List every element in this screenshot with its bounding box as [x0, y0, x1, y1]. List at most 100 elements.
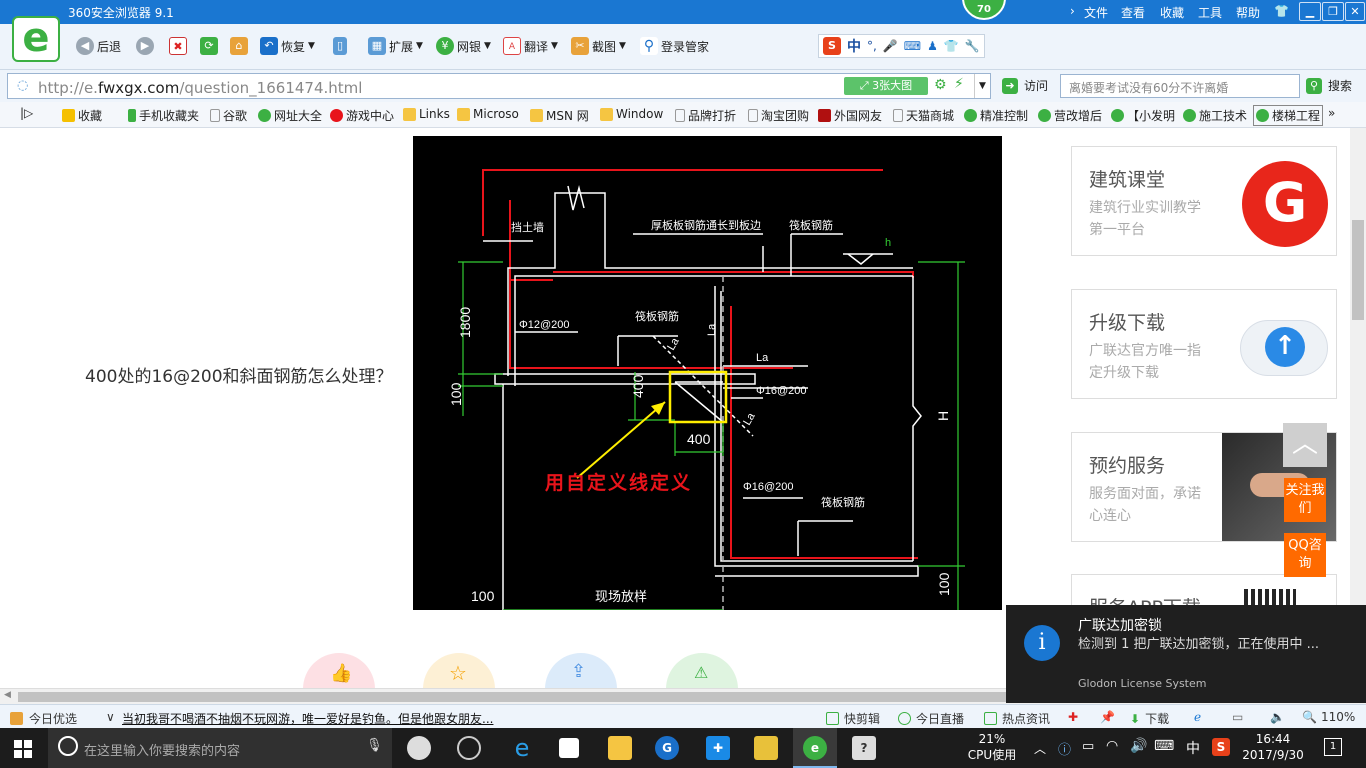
taskbar-app-notes[interactable]: [754, 736, 778, 760]
fav-item-5[interactable]: Links: [403, 107, 450, 121]
speaker-icon[interactable]: 🔈: [1270, 710, 1285, 724]
system-notification[interactable]: i 广联达加密锁 检测到 1 把广联达加密锁，正在使用中 ... Glodon …: [1006, 605, 1366, 703]
taskbar-app-help[interactable]: ?: [852, 736, 876, 760]
ime-toolbar[interactable]: S 中 °, 🎤 ⌨ ♟ 👕 🔧: [818, 34, 985, 58]
taskbar-app-store[interactable]: [559, 738, 579, 758]
stop-button[interactable]: ✖: [169, 34, 187, 58]
more-favorites-icon[interactable]: »: [1328, 106, 1335, 120]
address-bar[interactable]: ◌ http://e.fwxgx.com/question_1661474.ht…: [7, 73, 991, 99]
download-button[interactable]: ⬇ 下载: [1130, 710, 1169, 727]
login-manager-button[interactable]: ⚲ 登录管家: [640, 34, 709, 58]
fav-item-0[interactable]: 收藏: [62, 107, 102, 124]
taskbar-search-input[interactable]: 在这里输入你要搜索的内容 🎙: [48, 728, 392, 768]
fav-item-13[interactable]: 精准控制: [964, 107, 1028, 124]
big-image-button[interactable]: ⤢ 3张大图: [844, 77, 928, 95]
start-button[interactable]: [14, 740, 32, 758]
card-upgrade[interactable]: 升级下载 广联达官方唯一指定升级下载 ↑: [1071, 289, 1337, 399]
qq-consult-button[interactable]: QQ咨询: [1284, 533, 1326, 577]
taskbar-app-explorer[interactable]: [608, 736, 632, 760]
screenshot-button[interactable]: ✂ 截图 ▼: [571, 34, 626, 58]
tray-volume-icon[interactable]: 🔊: [1130, 738, 1147, 754]
follow-button[interactable]: 关注我们: [1284, 478, 1326, 522]
home-button[interactable]: ⌂: [230, 34, 248, 58]
cad-drawing[interactable]: 挡土墙 厚板板钢筋通长到板边 筏板钢筋 h 1800 Φ12@200 筏板钢筋 …: [413, 136, 1002, 611]
cpu-usage[interactable]: 21% CPU使用: [966, 731, 1018, 763]
menu-help[interactable]: 帮助: [1236, 4, 1260, 21]
fav-item-16[interactable]: 施工技术: [1183, 107, 1247, 124]
fav-item-7[interactable]: MSN 网: [530, 107, 589, 124]
fav-item-10[interactable]: 淘宝团购: [748, 107, 809, 124]
window-icon[interactable]: ▭: [1232, 710, 1243, 724]
url-text[interactable]: http://e.fwxgx.com/question_1661474.html: [38, 79, 362, 97]
menu-favorites[interactable]: 收藏: [1160, 4, 1184, 21]
vertical-scrollbar[interactable]: [1350, 128, 1366, 688]
tray-ime[interactable]: 中: [1186, 738, 1200, 758]
taskbar-app-calc[interactable]: ✚: [706, 736, 730, 760]
menu-arrow-icon[interactable]: ›: [1070, 4, 1075, 18]
back-button[interactable]: ◀ 后退: [76, 34, 121, 58]
hot-news[interactable]: 热点资讯: [984, 710, 1050, 727]
clock[interactable]: 16:44 2017/9/30: [1240, 731, 1306, 763]
fav-item-11[interactable]: 外国网友: [818, 107, 882, 124]
fav-item-9[interactable]: 品牌打折: [675, 107, 736, 124]
tray-sogou-icon[interactable]: S: [1212, 738, 1230, 756]
taskbar-app-pinwheel[interactable]: [407, 736, 431, 760]
taskbar-app-edge[interactable]: e: [510, 736, 534, 760]
fav-item-15[interactable]: 【小发明: [1111, 107, 1175, 124]
refresh-button[interactable]: ⟳: [200, 34, 218, 58]
taskbar-app-360-active[interactable]: e: [793, 728, 837, 768]
ie-icon[interactable]: ℯ: [1194, 710, 1201, 724]
fav-item-12[interactable]: 天猫商城: [893, 107, 954, 124]
bank-button[interactable]: ¥ 网银 ▼: [436, 34, 491, 58]
browser-logo[interactable]: e: [12, 16, 60, 62]
search-button[interactable]: ⚲ 搜索: [1306, 77, 1352, 94]
action-center-icon[interactable]: 1: [1324, 738, 1342, 756]
fav-item-3[interactable]: 网址大全: [258, 107, 322, 124]
wrench-icon[interactable]: 🔧: [965, 39, 980, 53]
restore-button[interactable]: ↶ 恢复 ▼: [260, 34, 315, 58]
maximize-button[interactable]: ❐: [1322, 2, 1344, 21]
menu-file[interactable]: 文件: [1084, 4, 1108, 21]
ime-mode[interactable]: 中: [847, 36, 861, 56]
shirt-icon[interactable]: 👕: [944, 39, 959, 53]
back-to-top-button[interactable]: ︿: [1283, 423, 1327, 467]
scroll-thumb[interactable]: [18, 692, 1008, 702]
tray-wifi-icon[interactable]: ◠: [1106, 738, 1118, 754]
dropdown-arrow-icon[interactable]: ▼: [974, 74, 990, 98]
tray-keyboard-icon[interactable]: ⌨: [1154, 738, 1174, 754]
taskbar-app-glodon[interactable]: G: [655, 736, 679, 760]
fav-item-8[interactable]: Window: [600, 107, 663, 121]
report-button[interactable]: ⚠: [666, 653, 738, 688]
zoom-control[interactable]: 🔍 110%: [1302, 710, 1355, 724]
translate-button[interactable]: A 翻译 ▼: [503, 34, 558, 58]
news-ticker-link[interactable]: 当初我哥不喝酒不抽烟不玩网游，唯一爱好是钓鱼。但是他跟女朋友...: [122, 710, 493, 727]
keyboard-icon[interactable]: ⌨: [904, 39, 921, 53]
visit-button[interactable]: ➜ 访问: [1002, 77, 1048, 94]
share-button[interactable]: ⇪: [545, 653, 617, 688]
chevron-down-icon[interactable]: ∨: [106, 710, 115, 724]
score-badge[interactable]: 70: [962, 0, 1006, 20]
lightning-icon[interactable]: ⚡: [954, 76, 964, 92]
live-today[interactable]: 今日直播: [898, 710, 964, 727]
tray-battery-icon[interactable]: ▭: [1082, 739, 1094, 754]
close-button[interactable]: ✕: [1345, 2, 1365, 21]
tray-info-icon[interactable]: ⓘ: [1058, 739, 1071, 758]
search-input[interactable]: 离婚要考试没有60分不许离婚: [1060, 74, 1300, 98]
plus-icon[interactable]: ✚: [1068, 710, 1078, 724]
skin-icon[interactable]: 👕: [1274, 4, 1289, 18]
menu-tools[interactable]: 工具: [1198, 4, 1222, 21]
taskbar-app-browser[interactable]: [457, 736, 481, 760]
pin-icon[interactable]: 📌: [1100, 710, 1115, 724]
minimize-button[interactable]: ▁: [1299, 2, 1321, 21]
punctuation-icon[interactable]: °,: [867, 39, 877, 53]
forward-button[interactable]: ▶: [136, 34, 154, 58]
mic-icon[interactable]: 🎤: [883, 39, 898, 53]
fav-item-1[interactable]: 手机收藏夹: [128, 107, 199, 124]
speed-icon[interactable]: ⚙: [934, 77, 947, 93]
fav-item-4[interactable]: 游戏中心: [330, 107, 394, 124]
card-course[interactable]: 建筑课堂 建筑行业实训教学第一平台 G: [1071, 146, 1337, 256]
tray-expand-icon[interactable]: ︿: [1034, 740, 1046, 757]
fav-item-2[interactable]: 谷歌: [210, 107, 247, 124]
extensions-button[interactable]: ▦ 扩展 ▼: [368, 34, 423, 58]
sidebar-toggle-icon[interactable]: |▷: [20, 106, 33, 120]
